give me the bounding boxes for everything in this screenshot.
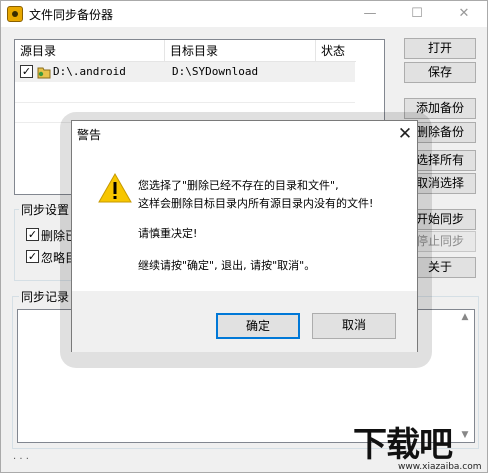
column-header-target[interactable]: 目标目录 (165, 40, 316, 62)
column-header-source[interactable]: 源目录 (15, 40, 165, 62)
dialog-title: 警告 (77, 128, 102, 142)
dialog-close-button[interactable]: ✕ (392, 121, 418, 147)
open-button[interactable]: 打开 (404, 38, 476, 59)
status-bar: . . . (13, 451, 29, 462)
dialog-message-line3: 请慎重决定! (138, 227, 198, 240)
row-target: D:\SYDownload (172, 65, 259, 78)
minimize-button[interactable]: — (347, 1, 393, 27)
scroll-down-icon[interactable]: ▼ (459, 430, 471, 440)
column-header-status[interactable]: 状态 (316, 40, 356, 62)
title-bar: 文件同步备份器 — ☐ ✕ (1, 1, 487, 27)
dialog-message-line4: 继续请按"确定", 退出, 请按"取消"。 (138, 259, 316, 272)
dialog-footer: 确定 取消 (72, 291, 417, 352)
delete-option-checkbox[interactable]: ✓ (26, 228, 39, 241)
app-icon (7, 6, 23, 22)
ok-button[interactable]: 确定 (216, 313, 300, 339)
folder-icon (37, 67, 51, 79)
warning-dialog: 警告 ✕ 您选择了"删除已经不存在的目录和文件", 这样会删除目标目录内所有源目… (71, 120, 418, 352)
cancel-button[interactable]: 取消 (312, 313, 396, 339)
grid-line (15, 102, 355, 103)
row-source: D:\.android (53, 65, 126, 78)
row-checkbox[interactable]: ✓ (20, 65, 33, 78)
warning-icon (98, 173, 132, 203)
watermark-url: www.xiazaiba.com (398, 462, 482, 472)
ignore-option-checkbox[interactable]: ✓ (26, 250, 39, 263)
dialog-message-line2: 这样会删除目标目录内所有源目录内没有的文件! (138, 197, 374, 210)
dialog-message-line1: 您选择了"删除已经不存在的目录和文件", (138, 179, 339, 192)
maximize-button[interactable]: ☐ (394, 1, 440, 27)
watermark-logo: 下载吧 (353, 425, 453, 465)
window-title: 文件同步备份器 (29, 8, 114, 22)
close-button[interactable]: ✕ (441, 1, 487, 27)
table-row[interactable]: ✓ D:\.android D:\SYDownload (15, 62, 355, 82)
scroll-up-icon[interactable]: ▲ (459, 312, 471, 322)
save-button[interactable]: 保存 (404, 62, 476, 83)
